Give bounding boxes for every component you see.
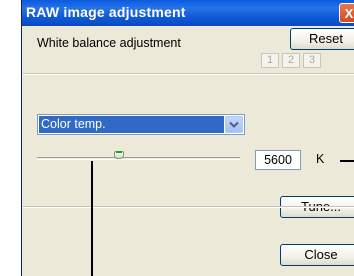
raw-image-adjustment-window: RAW image adjustment X White balance adj… — [21, 0, 354, 276]
close-button[interactable]: Close — [280, 244, 354, 266]
color-temp-slider-thumb[interactable] — [114, 151, 124, 159]
select-selected-value: Color temp. — [39, 116, 224, 133]
window-title: RAW image adjustment — [26, 4, 186, 20]
preset-1-button[interactable]: 1 — [261, 53, 279, 68]
callout-line-value — [340, 160, 354, 162]
title-bar[interactable]: RAW image adjustment X — [22, 0, 354, 26]
divider — [23, 73, 354, 75]
preset-3-button[interactable]: 3 — [303, 53, 321, 68]
divider — [23, 206, 354, 208]
white-balance-mode-select[interactable]: Color temp. — [37, 114, 245, 135]
color-temp-slider-track[interactable] — [37, 157, 240, 160]
callout-line-slider — [91, 161, 93, 276]
white-balance-label: White balance adjustment — [37, 36, 181, 50]
close-icon[interactable]: X — [339, 3, 354, 23]
reset-button[interactable]: Reset — [290, 28, 354, 50]
preset-2-button[interactable]: 2 — [282, 53, 300, 68]
chevron-down-icon[interactable] — [225, 116, 243, 133]
chevron-down-glyph — [229, 121, 239, 128]
color-temp-value-field[interactable]: 5600 — [255, 150, 301, 170]
color-temp-unit: K — [316, 152, 325, 166]
